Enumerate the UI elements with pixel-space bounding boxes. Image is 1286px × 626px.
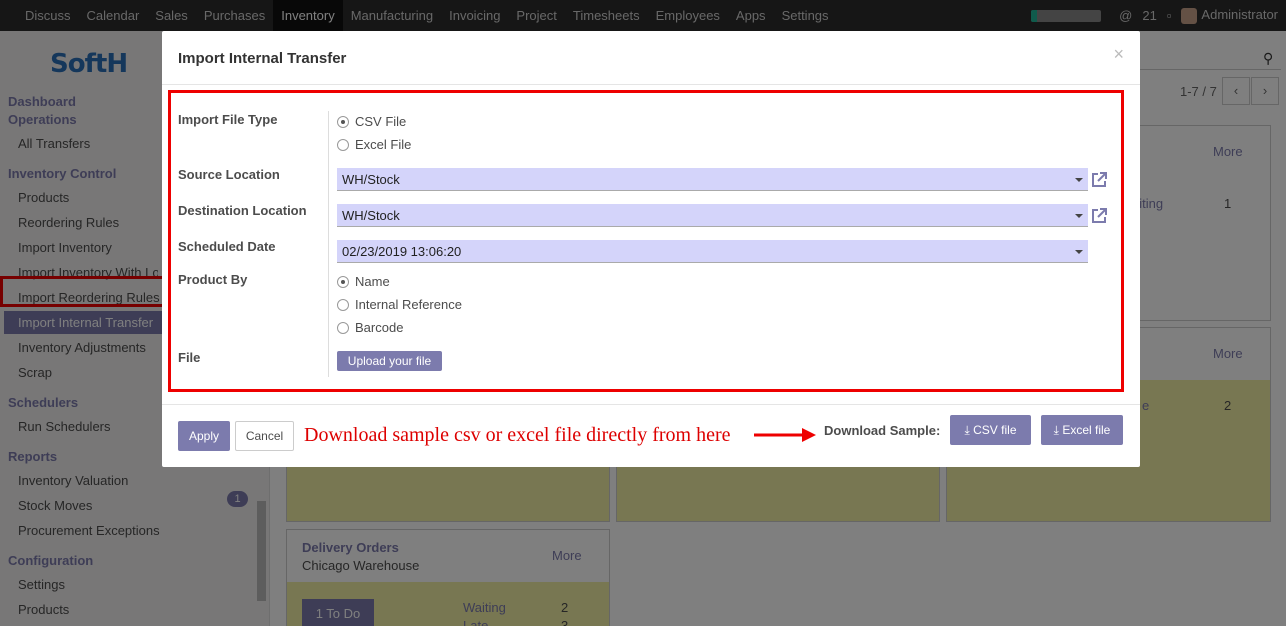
- modal-title: Import Internal Transfer: [178, 50, 347, 67]
- close-icon[interactable]: ×: [1113, 44, 1124, 65]
- destination-location-label: Destination Location: [178, 203, 307, 218]
- external-link-icon[interactable]: [1090, 171, 1108, 189]
- radio-checked-icon: [337, 115, 349, 128]
- radio-excel-file[interactable]: Excel File: [337, 137, 411, 152]
- scheduled-date-label: Scheduled Date: [178, 239, 276, 254]
- radio-label: Excel File: [355, 137, 412, 152]
- cancel-button[interactable]: Cancel: [235, 421, 294, 451]
- radio-checked-icon: [337, 275, 349, 288]
- download-excel-button[interactable]: ⤓ Excel file: [1041, 415, 1123, 445]
- radio-label: Barcode: [355, 320, 404, 335]
- download-icon: ⤓: [964, 423, 970, 437]
- source-location-select[interactable]: WH/Stock: [337, 168, 1088, 191]
- destination-location-select[interactable]: WH/Stock: [337, 204, 1088, 227]
- import-file-type-label: Import File Type: [178, 112, 278, 127]
- modal-header: Import Internal Transfer ×: [162, 31, 1140, 85]
- radio-product-by-internal-reference[interactable]: Internal Reference: [337, 297, 462, 312]
- radio-unchecked-icon: [337, 298, 349, 311]
- radio-unchecked-icon: [337, 321, 349, 334]
- modal-footer-divider: [162, 404, 1140, 405]
- external-link-icon[interactable]: [1090, 207, 1108, 225]
- radio-csv-file[interactable]: CSV File: [337, 114, 406, 129]
- apply-button[interactable]: Apply: [178, 421, 230, 451]
- radio-product-by-name[interactable]: Name: [337, 274, 390, 289]
- radio-label: Name: [355, 274, 390, 289]
- radio-label: Internal Reference: [355, 297, 462, 312]
- form-divider: [328, 111, 329, 377]
- arrow-right-icon: [754, 428, 816, 442]
- annotation-text: Download sample csv or excel file direct…: [304, 424, 731, 446]
- download-excel-label: Excel file: [1062, 423, 1111, 437]
- download-icon: ⤓: [1053, 423, 1059, 437]
- product-by-label: Product By: [178, 272, 248, 287]
- download-csv-button[interactable]: ⤓ CSV file: [950, 415, 1031, 445]
- scheduled-date-input[interactable]: 02/23/2019 13:06:20: [337, 240, 1088, 263]
- download-csv-label: CSV file: [973, 423, 1017, 437]
- radio-product-by-barcode[interactable]: Barcode: [337, 320, 403, 335]
- radio-unchecked-icon: [337, 138, 349, 151]
- file-label: File: [178, 350, 201, 365]
- source-location-label: Source Location: [178, 167, 280, 182]
- download-sample-label: Download Sample:: [824, 423, 941, 438]
- radio-label: CSV File: [355, 114, 407, 129]
- upload-file-button[interactable]: Upload your file: [337, 351, 442, 371]
